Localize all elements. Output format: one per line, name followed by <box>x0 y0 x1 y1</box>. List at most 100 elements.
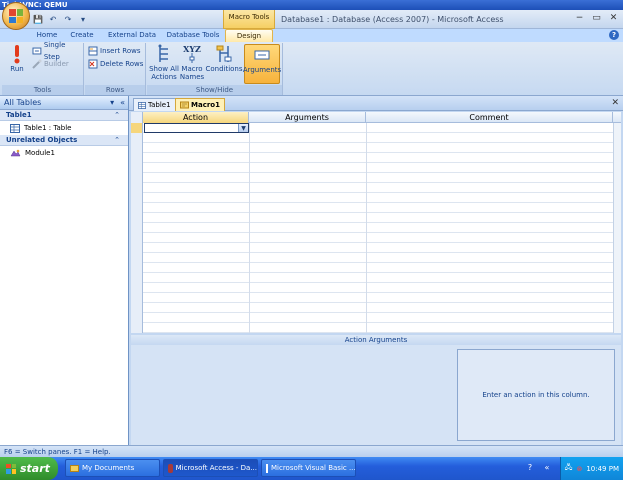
taskbar-microsoft-access[interactable]: Microsoft Access - Da... <box>163 459 258 477</box>
action-cell-input[interactable]: ▼ <box>144 123 249 133</box>
module-icon <box>10 149 21 156</box>
office-button[interactable] <box>2 2 30 30</box>
window-title-bar: 💾 ↶ ↷ ▾ Macro Tools Database1 : Database… <box>0 10 623 29</box>
group-rows-label: Rows <box>85 85 145 95</box>
column-header-action[interactable]: Action <box>143 112 249 123</box>
table-row[interactable] <box>131 153 613 163</box>
clock[interactable]: 10:49 PM <box>586 465 619 473</box>
macro-grid: Action Arguments Comment ▼ <box>131 112 621 333</box>
table-row[interactable] <box>131 143 613 153</box>
document-area: Table1 Macro1 ✕ Action Arguments Comment… <box>129 96 623 445</box>
nav-group-title: Table1 <box>6 111 32 119</box>
table-row[interactable] <box>131 173 613 183</box>
row-selector[interactable] <box>131 123 143 133</box>
tab-database-tools[interactable]: Database Tools <box>164 29 222 42</box>
row-selector[interactable] <box>131 303 143 313</box>
row-selector[interactable] <box>131 203 143 213</box>
tab-design[interactable]: Design <box>225 29 273 42</box>
save-icon[interactable]: 💾 <box>32 13 44 25</box>
start-button[interactable]: start <box>0 457 58 480</box>
single-step-button[interactable]: Single Step <box>32 41 83 61</box>
taskbar-help-icon[interactable]: ? <box>523 461 537 475</box>
show-all-actions-button[interactable]: Show All Actions <box>149 44 179 84</box>
table-row[interactable] <box>131 273 613 283</box>
table-row[interactable] <box>131 283 613 293</box>
nav-collapse-icon[interactable]: « <box>120 96 125 110</box>
undo-icon[interactable]: ↶ <box>47 13 59 25</box>
row-selector[interactable] <box>131 213 143 223</box>
nav-group-table1[interactable]: Table1 ⌃ <box>0 110 128 121</box>
nav-menu-dropdown-icon[interactable]: ▾ <box>110 96 114 110</box>
row-selector[interactable] <box>131 283 143 293</box>
taskbar-my-documents[interactable]: My Documents <box>65 459 160 477</box>
table-row[interactable] <box>131 323 613 333</box>
table-row[interactable] <box>131 263 613 273</box>
taskbar-visual-basic[interactable]: Microsoft Visual Basic ... <box>261 459 356 477</box>
column-header-arguments[interactable]: Arguments <box>249 112 366 123</box>
insert-rows-button[interactable]: Insert Rows <box>88 45 141 57</box>
close-button[interactable]: ✕ <box>608 13 619 24</box>
vb-icon <box>266 463 268 473</box>
doc-tab-label: Macro1 <box>191 101 220 109</box>
minimize-button[interactable]: − <box>574 13 585 24</box>
row-selector[interactable] <box>131 223 143 233</box>
row-selector[interactable] <box>131 263 143 273</box>
table-row[interactable] <box>131 183 613 193</box>
nav-group-unrelated-objects[interactable]: Unrelated Objects ⌃ <box>0 135 128 146</box>
table-row[interactable] <box>131 303 613 313</box>
restore-button[interactable]: ▭ <box>591 13 602 24</box>
row-selector[interactable] <box>131 243 143 253</box>
chevron-down-icon[interactable]: ▼ <box>238 124 248 132</box>
row-selector[interactable] <box>131 153 143 163</box>
table-row[interactable] <box>131 223 613 233</box>
table-row[interactable] <box>131 193 613 203</box>
nav-header[interactable]: All Tables ▾ « <box>0 96 128 110</box>
taskbar-chevron-icon[interactable]: « <box>540 461 554 475</box>
row-selector[interactable] <box>131 323 143 333</box>
builder-button[interactable]: Builder <box>32 58 69 70</box>
group-collapse-icon[interactable]: ⌃ <box>114 135 120 146</box>
vertical-scrollbar[interactable] <box>613 123 621 333</box>
row-selector[interactable] <box>131 293 143 303</box>
table-row[interactable] <box>131 243 613 253</box>
row-selector[interactable] <box>131 143 143 153</box>
table-row[interactable] <box>131 313 613 323</box>
table-row[interactable] <box>131 203 613 213</box>
network-icon[interactable]: 🖧 <box>565 463 573 474</box>
tab-external-data[interactable]: External Data <box>104 29 160 42</box>
close-document-icon[interactable]: ✕ <box>611 98 619 108</box>
table-row[interactable] <box>131 133 613 143</box>
row-selector[interactable] <box>131 233 143 243</box>
table-row[interactable] <box>131 293 613 303</box>
table-row[interactable] <box>131 213 613 223</box>
row-selector[interactable] <box>131 173 143 183</box>
arguments-button[interactable]: Arguments <box>243 44 281 84</box>
table-row[interactable] <box>131 233 613 243</box>
row-selector[interactable] <box>131 313 143 323</box>
row-selector[interactable] <box>131 133 143 143</box>
macro-names-button[interactable]: XYZ Macro Names <box>179 44 205 84</box>
doc-tab-macro1[interactable]: Macro1 <box>175 98 225 111</box>
nav-item-table1[interactable]: Table1 : Table <box>0 121 128 135</box>
help-icon[interactable]: ? <box>609 30 619 40</box>
customize-qat-icon[interactable]: ▾ <box>77 13 89 25</box>
nav-item-module1[interactable]: Module1 <box>0 146 128 160</box>
table-row[interactable] <box>131 163 613 173</box>
conditions-button[interactable]: Conditions <box>205 44 243 84</box>
row-selector[interactable] <box>131 193 143 203</box>
row-selector[interactable] <box>131 183 143 193</box>
taskbar-label: Microsoft Visual Basic ... <box>271 464 356 472</box>
column-header-comment[interactable]: Comment <box>366 112 613 123</box>
row-selector[interactable] <box>131 163 143 173</box>
redo-icon[interactable]: ↷ <box>62 13 74 25</box>
delete-rows-button[interactable]: Delete Rows <box>88 58 143 70</box>
doc-tab-table1[interactable]: Table1 <box>133 98 176 111</box>
group-collapse-icon[interactable]: ⌃ <box>114 110 120 121</box>
row-selector[interactable] <box>131 253 143 263</box>
conditions-label: Conditions <box>205 65 243 73</box>
run-label: Run <box>10 65 24 73</box>
table-row[interactable] <box>131 253 613 263</box>
security-alert-icon[interactable]: ⊗ <box>576 465 582 473</box>
run-button[interactable]: Run <box>6 44 28 84</box>
row-selector[interactable] <box>131 273 143 283</box>
